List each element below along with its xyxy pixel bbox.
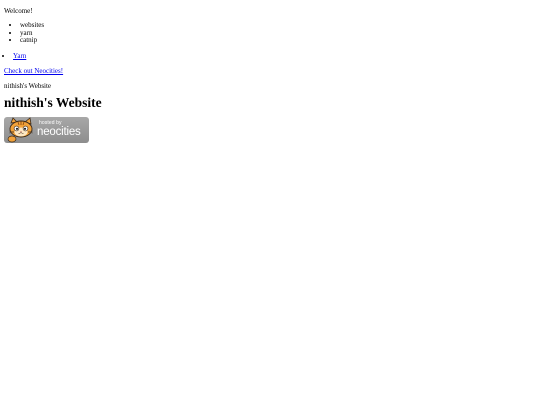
site-title-text: nithish's Website bbox=[4, 81, 52, 90]
neocities-badge[interactable]: hosted by neocities bbox=[4, 116, 89, 143]
yarn-link[interactable]: Yarn bbox=[13, 52, 26, 60]
page-body: Welcome! websites yarn catnip Yarn Check… bbox=[0, 0, 540, 405]
links-list: Yarn bbox=[4, 52, 540, 60]
neocities-cat-icon bbox=[7, 117, 34, 143]
interests-list: websites yarn catnip bbox=[4, 21, 540, 45]
list-item: catnip bbox=[20, 37, 540, 45]
welcome-text: Welcome! bbox=[4, 7, 33, 15]
neocities-link[interactable]: Check out Neocities! bbox=[4, 67, 540, 75]
page-title: nithish's Website bbox=[4, 94, 102, 110]
list-item: Yarn bbox=[13, 52, 540, 60]
badge-brand-text: neocities bbox=[37, 125, 81, 138]
list-item: websites bbox=[20, 21, 540, 30]
list-item: yarn bbox=[20, 29, 540, 38]
